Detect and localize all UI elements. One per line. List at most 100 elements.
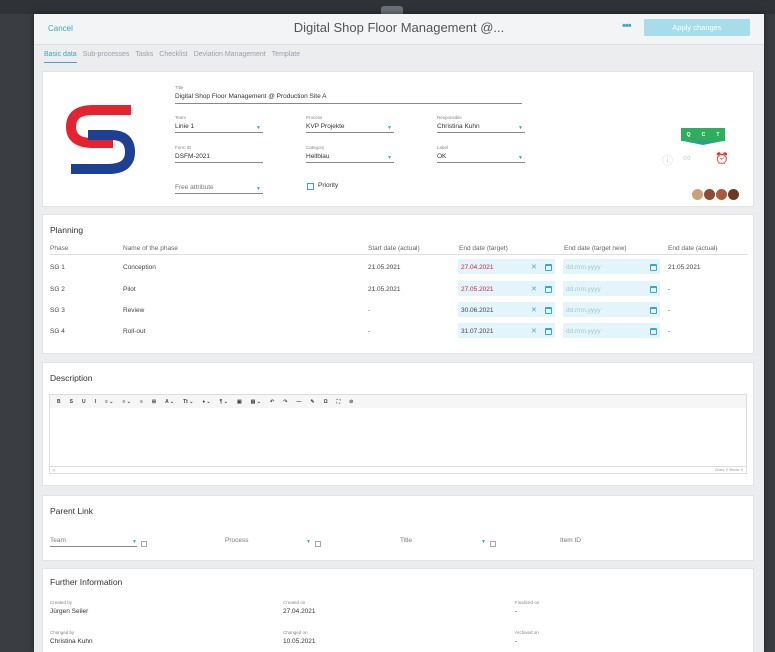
end-date-target-new-placeholder[interactable]: dd.mm.yyyy: [566, 286, 601, 293]
toolbar-button[interactable]: ≡ ⌄: [105, 399, 114, 405]
responsible-label: Responsible: [437, 115, 462, 120]
process-select[interactable]: KVP Projekte: [306, 123, 345, 130]
end-date-target-new-placeholder[interactable]: dd.mm.yyyy: [566, 328, 601, 335]
free-attribute-select[interactable]: Free attribute: [175, 184, 214, 191]
end-date-target-value[interactable]: 31.07.2021: [461, 328, 494, 335]
parent-item-id[interactable]: Item ID: [560, 537, 581, 544]
toolbar-button[interactable]: —: [296, 399, 301, 405]
calendar-icon[interactable]: [545, 264, 552, 271]
toolbar-button[interactable]: ↷: [283, 399, 287, 405]
window-handle[interactable]: [381, 6, 403, 14]
calendar-icon[interactable]: [650, 286, 657, 293]
end-date-target-new-placeholder[interactable]: dd.mm.yyyy: [566, 307, 601, 314]
chevron-down-icon[interactable]: ▼: [518, 155, 523, 161]
toolbar-button[interactable]: B: [57, 399, 61, 405]
more-options-icon[interactable]: •••: [622, 20, 632, 32]
free-attribute-underline: [175, 193, 263, 194]
end-date-target-value[interactable]: 27.04.2021: [461, 264, 494, 271]
parent-process-select[interactable]: Process: [225, 537, 248, 544]
phase-name-cell: Conception: [123, 264, 156, 271]
tab-deviation-management[interactable]: Deviation Management: [194, 51, 266, 63]
chevron-down-icon[interactable]: ▼: [387, 125, 392, 131]
parent-team-select[interactable]: Team: [50, 537, 66, 544]
toolbar-button[interactable]: ⛶: [337, 399, 341, 405]
tab-checklist[interactable]: Checklist: [159, 51, 187, 63]
planning-title: Planning: [50, 225, 84, 235]
toolbar-button[interactable]: U: [82, 399, 86, 405]
calendar-icon[interactable]: [650, 307, 657, 314]
category-label: Category: [306, 145, 325, 150]
responsible-select[interactable]: Christina Kuhn: [437, 123, 480, 130]
clear-icon[interactable]: ✕: [531, 306, 537, 314]
end-date-target-new-placeholder[interactable]: dd.mm.yyyy: [566, 264, 601, 271]
basic-data-card: Title Digital Shop Floor Management @ Pr…: [42, 71, 754, 207]
parent-title-select[interactable]: Title: [400, 537, 412, 544]
external-link-icon[interactable]: [141, 541, 147, 547]
phase-cell: SG 3: [50, 307, 65, 314]
avatar[interactable]: [728, 189, 739, 200]
tab-tasks[interactable]: Tasks: [135, 51, 153, 63]
toolbar-button[interactable]: ⊞: [152, 399, 156, 405]
toolbar-button[interactable]: ¶ ⌄: [220, 399, 228, 405]
toolbar-button[interactable]: ≡ ⌄: [122, 399, 131, 405]
start-date-cell: 21.05.2021: [368, 286, 401, 293]
end-date-actual-cell: -: [668, 286, 671, 293]
clear-icon[interactable]: ✕: [531, 263, 537, 271]
calendar-icon[interactable]: [545, 328, 552, 335]
calendar-icon[interactable]: [650, 328, 657, 335]
info-icon[interactable]: ⓘ: [662, 152, 673, 168]
toolbar-button[interactable]: ✎: [310, 399, 314, 405]
toolbar-button[interactable]: ≡: [140, 399, 143, 405]
toolbar-button[interactable]: I: [95, 399, 96, 405]
toolbar-button[interactable]: ♦ ⌄: [202, 399, 210, 405]
avatar[interactable]: [704, 189, 715, 200]
toolbar-button[interactable]: ⊘: [349, 399, 353, 405]
team-select[interactable]: Linie 1: [175, 123, 194, 130]
formid-field[interactable]: DSFM-2021: [175, 153, 210, 160]
toolbar-button[interactable]: ▣: [237, 399, 242, 405]
chevron-down-icon[interactable]: ▼: [387, 155, 392, 161]
end-date-target-value[interactable]: 27.05.2021: [461, 286, 494, 293]
toolbar-button[interactable]: ▤ ⌄: [251, 399, 261, 405]
chevron-down-icon[interactable]: ▼: [481, 539, 486, 545]
alarm-clock-icon[interactable]: ⏰: [715, 152, 729, 165]
chevron-down-icon[interactable]: ▼: [256, 186, 261, 192]
external-link-icon[interactable]: [490, 541, 496, 547]
avatar[interactable]: [716, 189, 727, 200]
tab-sub-processes[interactable]: Sub-processes: [83, 51, 130, 63]
archived-value: -: [515, 638, 518, 645]
editor-word-count: Chars: 0 Words: 0: [714, 468, 743, 472]
external-link-icon[interactable]: [315, 541, 321, 547]
toolbar-button[interactable]: Ω: [324, 399, 328, 405]
chevron-down-icon[interactable]: ▼: [518, 125, 523, 131]
tab-basic-data[interactable]: Basic data: [44, 51, 77, 63]
toolbar-button[interactable]: Tt ⌄: [183, 399, 193, 405]
avatar[interactable]: [692, 189, 703, 200]
clear-icon[interactable]: ✕: [531, 327, 537, 335]
chevron-down-icon[interactable]: ▼: [306, 539, 311, 545]
apply-changes-button[interactable]: Apply changes: [644, 19, 750, 36]
category-select[interactable]: Hellblau: [306, 153, 330, 160]
toolbar-button[interactable]: ↶: [270, 399, 274, 405]
glasses-icon[interactable]: ∞: [683, 152, 691, 164]
title-field[interactable]: Digital Shop Floor Management @ Producti…: [175, 93, 326, 100]
label-select[interactable]: OK: [437, 153, 446, 160]
end-date-target-value[interactable]: 30.06.2021: [461, 307, 494, 314]
calendar-icon[interactable]: [545, 286, 552, 293]
process-underline: [306, 132, 394, 133]
toolbar-button[interactable]: S: [70, 399, 73, 405]
calendar-icon[interactable]: [545, 307, 552, 314]
start-date-cell: -: [368, 328, 371, 335]
priority-checkbox[interactable]: [307, 183, 314, 190]
qct-q: Q: [686, 131, 691, 138]
chevron-down-icon[interactable]: ▼: [132, 539, 137, 545]
calendar-icon[interactable]: [650, 264, 657, 271]
chevron-down-icon[interactable]: ▼: [256, 125, 261, 131]
toolbar-button[interactable]: A ⌄: [165, 399, 174, 405]
further-info-title: Further Information: [50, 577, 123, 587]
priority-label: Priority: [318, 182, 339, 189]
start-date-cell: -: [368, 307, 371, 314]
description-editor[interactable]: [49, 408, 747, 474]
tab-template[interactable]: Template: [272, 51, 300, 63]
clear-icon[interactable]: ✕: [531, 285, 537, 293]
